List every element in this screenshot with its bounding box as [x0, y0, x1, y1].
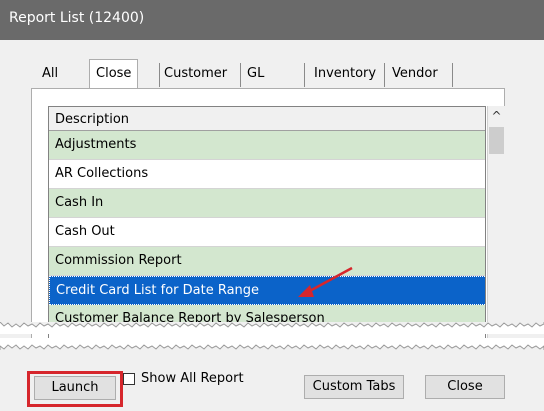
tab-separator: [384, 63, 385, 87]
red-arrow-icon: [298, 266, 353, 297]
custom-tabs-button[interactable]: Custom Tabs: [304, 375, 404, 399]
tab-vendor[interactable]: Vendor: [386, 63, 444, 87]
report-list-window: Report List (12400) All Close Customer G…: [0, 0, 544, 411]
close-button[interactable]: Close: [425, 375, 505, 399]
list-item[interactable]: Cash Out: [49, 218, 485, 247]
tab-gl[interactable]: GL: [241, 63, 270, 87]
title-bar: Report List (12400): [0, 0, 544, 40]
torn-edge-divider: [0, 322, 544, 334]
column-header-description[interactable]: Description: [49, 107, 485, 131]
list-item[interactable]: Adjustments: [49, 131, 485, 160]
show-all-report-checkbox[interactable]: [123, 373, 135, 385]
show-all-report-label[interactable]: Show All Report: [141, 371, 244, 386]
list-item[interactable]: Cash In: [49, 189, 485, 218]
launch-button[interactable]: Launch: [34, 376, 116, 400]
report-grid[interactable]: Description Adjustments AR Collections C…: [48, 106, 486, 346]
list-item[interactable]: AR Collections: [49, 160, 485, 189]
tab-separator: [452, 63, 453, 87]
list-item[interactable]: Commission Report: [49, 247, 485, 276]
window-title: Report List (12400): [9, 10, 145, 26]
report-tabs: All Close Customer GL Inventory Vendor: [36, 59, 492, 88]
tab-inventory[interactable]: Inventory: [308, 63, 382, 87]
tab-all[interactable]: All: [36, 63, 64, 87]
vertical-scrollbar[interactable]: ^: [487, 106, 505, 346]
scroll-thumb[interactable]: [489, 127, 504, 154]
list-item-selected[interactable]: Credit Card List for Date Range: [49, 276, 485, 305]
scroll-up-icon[interactable]: ^: [488, 106, 505, 126]
tab-separator: [304, 63, 305, 87]
tab-close[interactable]: Close: [89, 59, 139, 88]
tab-customer[interactable]: Customer: [158, 63, 233, 87]
